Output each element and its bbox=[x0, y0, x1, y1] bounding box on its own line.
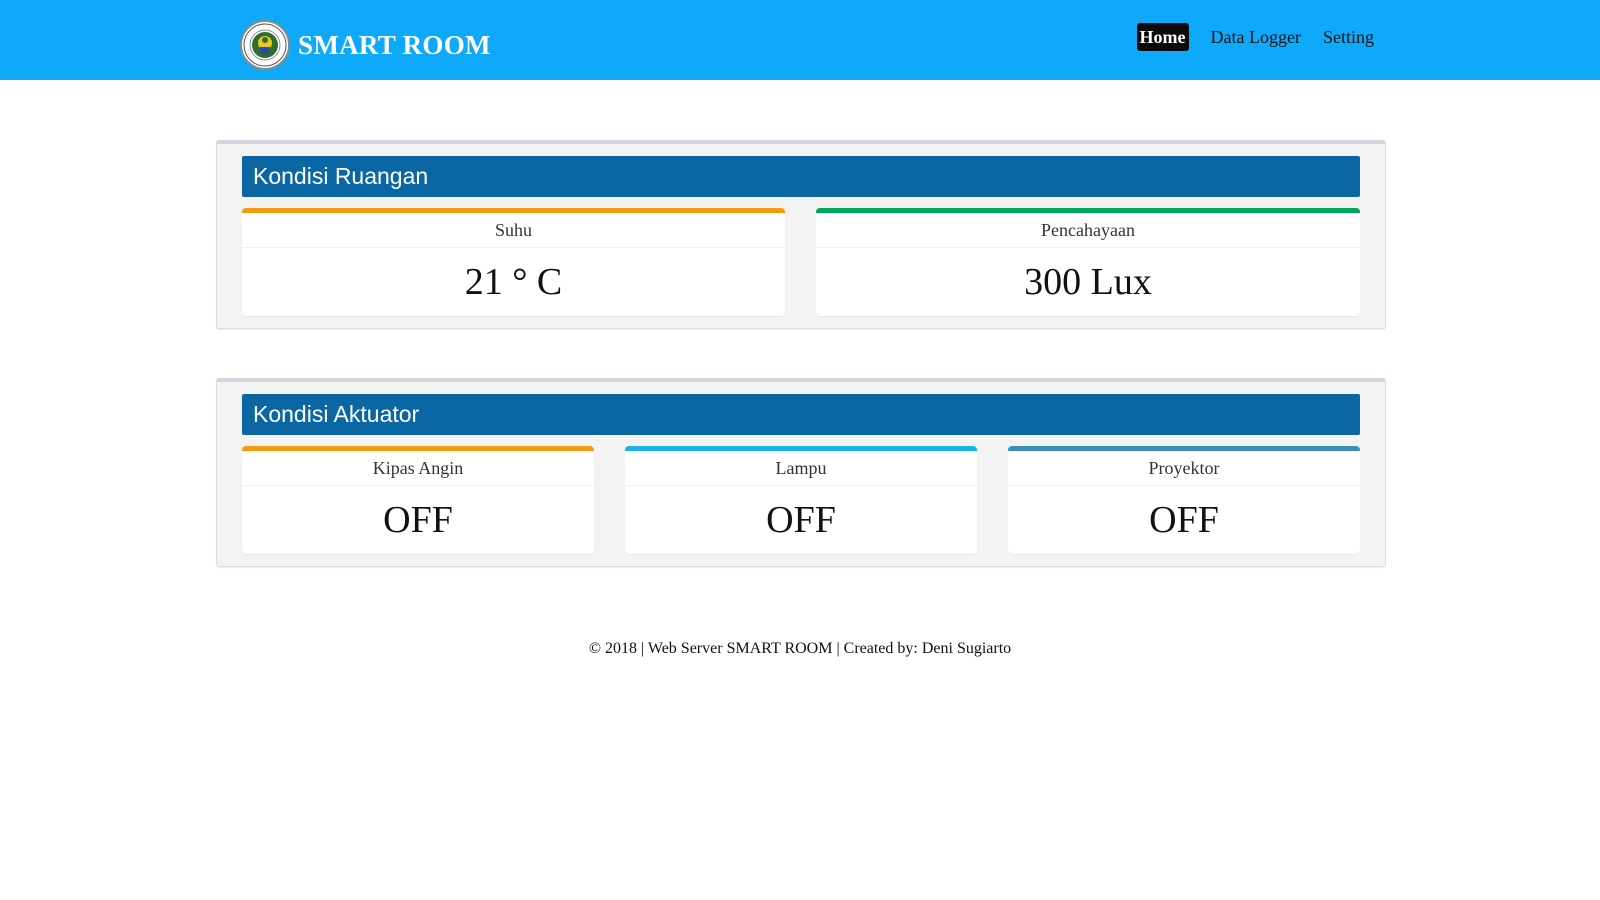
temperature-value: 21 ° C bbox=[464, 261, 563, 303]
nav-data-logger[interactable]: Data Logger bbox=[1211, 23, 1301, 51]
main-nav: Home Data Logger Setting bbox=[1136, 23, 1374, 51]
room-condition-panel: Kondisi Ruangan Suhu 21 ° C Pencahayaan … bbox=[216, 140, 1386, 329]
brand-title: SMART ROOM bbox=[298, 29, 491, 60]
fan-card: Kipas Angin OFF bbox=[242, 446, 594, 554]
nav-setting[interactable]: Setting bbox=[1323, 23, 1374, 51]
actuator-condition-header: Kondisi Aktuator bbox=[242, 394, 1360, 435]
projector-card: Proyektor OFF bbox=[1008, 446, 1360, 554]
projector-status: OFF bbox=[1149, 499, 1219, 541]
temperature-card: Suhu 21 ° C bbox=[242, 208, 785, 316]
card-label: Suhu bbox=[242, 213, 785, 248]
lighting-card: Pencahayaan 300 Lux bbox=[816, 208, 1360, 316]
card-label: Proyektor bbox=[1008, 451, 1360, 486]
card-label: Kipas Angin bbox=[242, 451, 594, 486]
top-navbar: SMART ROOM Home Data Logger Setting bbox=[0, 0, 1600, 80]
panel-title: Kondisi Ruangan bbox=[253, 163, 429, 189]
lamp-status: OFF bbox=[766, 499, 836, 541]
nav-home[interactable]: Home bbox=[1136, 23, 1189, 51]
brand[interactable]: SMART ROOM bbox=[240, 19, 491, 71]
fan-status: OFF bbox=[383, 499, 453, 541]
actuator-condition-panel: Kondisi Aktuator Kipas Angin OFF Lampu O… bbox=[216, 378, 1386, 567]
lighting-value: 300 Lux bbox=[1024, 261, 1152, 303]
room-condition-header: Kondisi Ruangan bbox=[242, 156, 1360, 197]
panel-title: Kondisi Aktuator bbox=[253, 401, 420, 427]
card-label: Lampu bbox=[625, 451, 977, 486]
lamp-card: Lampu OFF bbox=[625, 446, 977, 554]
card-label: Pencahayaan bbox=[816, 213, 1360, 248]
footer-credits: © 2018 | Web Server SMART ROOM | Created… bbox=[588, 640, 1012, 657]
university-seal-icon bbox=[240, 20, 290, 70]
